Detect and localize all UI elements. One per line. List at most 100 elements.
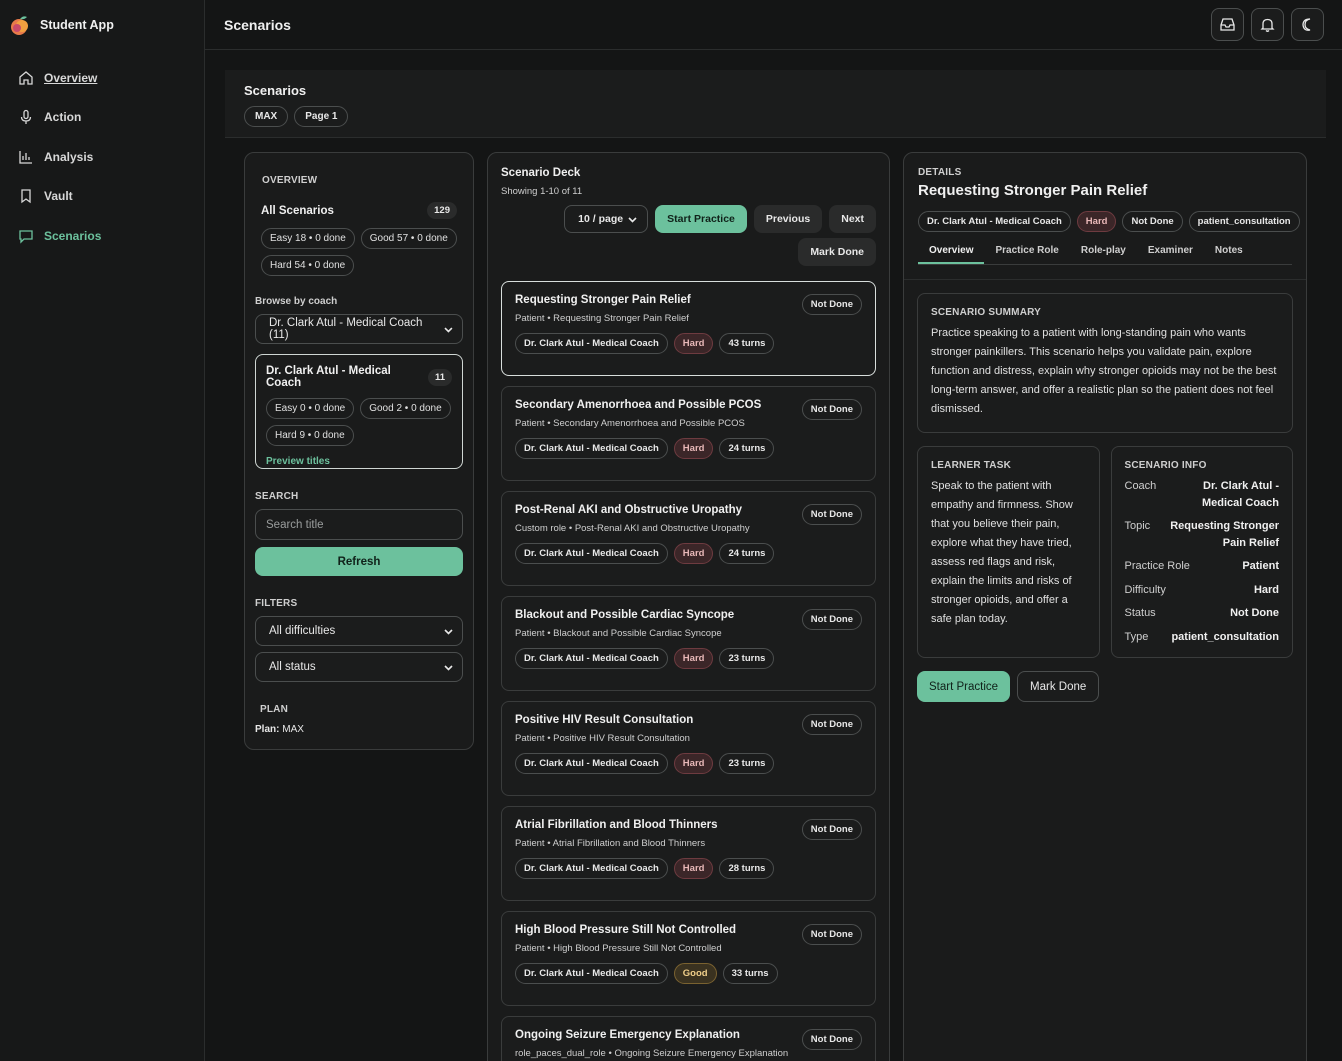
scenario-card[interactable]: Blackout and Possible Cardiac Syncope Pat… bbox=[501, 596, 876, 691]
difficulty-tag: Hard bbox=[673, 543, 714, 564]
sidebar-item-label: Vault bbox=[44, 189, 73, 204]
info-key: Practice Role bbox=[1124, 560, 1190, 572]
status-badge: Not Done bbox=[801, 1029, 862, 1050]
info-value: patient_consultation bbox=[1171, 630, 1279, 643]
bell-icon bbox=[1260, 18, 1275, 32]
tab-practice-role[interactable]: Practice Role bbox=[984, 245, 1069, 264]
sidebar-item-label: Action bbox=[44, 110, 82, 125]
task-label: LEARNER TASK bbox=[931, 460, 1011, 471]
topbar: Scenarios bbox=[205, 0, 1342, 50]
scenario-card[interactable]: Post-Renal AKI and Obstructive Uropathy C… bbox=[501, 491, 876, 586]
mic-icon bbox=[20, 110, 32, 125]
filters-label: FILTERS bbox=[255, 598, 298, 609]
coach-select-value: Dr. Clark Atul - Medical Coach (11) bbox=[269, 317, 423, 341]
scenario-card[interactable]: Secondary Amenorrhoea and Possible PCOS P… bbox=[501, 386, 876, 481]
plan-info: Plan: MAX bbox=[255, 724, 463, 735]
preview-titles-link[interactable]: Preview titles bbox=[266, 456, 452, 467]
scenario-tags: Dr. Clark Atul - Medical Coach Hard 24 tur… bbox=[515, 543, 862, 564]
bar-chart-icon bbox=[19, 150, 32, 164]
search-input[interactable]: Search title bbox=[255, 509, 463, 540]
coach-select[interactable]: Dr. Clark Atul - Medical Coach (11) bbox=[255, 314, 463, 344]
sidebar-item-vault[interactable]: Vault bbox=[0, 177, 204, 217]
info-row: Difficulty Hard bbox=[1125, 582, 1280, 599]
start-practice-button[interactable]: Start Practice bbox=[655, 205, 747, 233]
search-label: SEARCH bbox=[255, 491, 299, 502]
sidebar-item-action[interactable]: Action bbox=[0, 98, 204, 138]
tab-notes[interactable]: Notes bbox=[1204, 245, 1254, 264]
chevron-down-icon bbox=[444, 628, 453, 635]
tab-overview[interactable]: Overview bbox=[918, 245, 985, 264]
info-key: Type bbox=[1124, 630, 1149, 643]
details-label: DETAILS bbox=[918, 167, 962, 178]
scenario-card[interactable]: Atrial Fibrillation and Blood Thinners Pa… bbox=[501, 806, 876, 901]
info-label: SCENARIO INFO bbox=[1124, 460, 1207, 471]
coach-card[interactable]: Dr. Clark Atul - Medical Coach 11 Easy 0… bbox=[255, 354, 463, 469]
theme-toggle-button[interactable] bbox=[1291, 8, 1324, 41]
coach-tag: Dr. Clark Atul - Medical Coach bbox=[515, 963, 668, 984]
type-chip: patient_consultation bbox=[1188, 211, 1300, 232]
sidebar-item-scenarios[interactable]: Scenarios bbox=[0, 216, 204, 256]
status-select[interactable]: All status bbox=[255, 652, 463, 682]
info-row: Coach Dr. Clark Atul - Medical Coach bbox=[1125, 478, 1280, 511]
scenario-card[interactable]: High Blood Pressure Still Not Controlled… bbox=[501, 911, 876, 1006]
deck-controls: 10 / page Start Practice Previous Next bbox=[501, 205, 876, 233]
easy-count-chip: Easy 0 • 0 done bbox=[266, 398, 355, 419]
difficulty-tag: Hard bbox=[673, 858, 714, 879]
inbox-button[interactable] bbox=[1211, 8, 1244, 41]
sidebar-item-overview[interactable]: Overview bbox=[0, 58, 204, 98]
status-badge: Not Done bbox=[801, 714, 862, 735]
scenario-card[interactable]: Ongoing Seizure Emergency Explanation rol… bbox=[501, 1016, 876, 1061]
details-tabs: Overview Practice Role Role-play Examine… bbox=[918, 245, 1292, 265]
per-page-value: 10 / page bbox=[578, 213, 624, 225]
next-button[interactable]: Next bbox=[829, 205, 876, 233]
difficulty-tag: Hard bbox=[673, 648, 714, 669]
scenario-tags: Dr. Clark Atul - Medical Coach Good 33 tur… bbox=[515, 963, 862, 984]
all-scenarios-summary[interactable]: All Scenarios 129 Easy 18 • 0 done Good … bbox=[255, 196, 463, 282]
easy-count-chip: Easy 18 • 0 done bbox=[261, 228, 355, 249]
scenario-tags: Dr. Clark Atul - Medical Coach Hard 24 tur… bbox=[515, 438, 862, 459]
tab-role-play[interactable]: Role-play bbox=[1070, 245, 1137, 264]
coach-chip: Dr. Clark Atul - Medical Coach bbox=[918, 211, 1071, 232]
tab-examiner[interactable]: Examiner bbox=[1137, 245, 1204, 264]
info-key: Status bbox=[1124, 607, 1156, 619]
page-title: Scenarios bbox=[224, 16, 291, 33]
difficulty-chip: Hard bbox=[1076, 211, 1117, 232]
per-page-select[interactable]: 10 / page bbox=[564, 205, 649, 233]
info-key: Coach bbox=[1124, 480, 1157, 492]
scenario-tags: Dr. Clark Atul - Medical Coach Hard 23 tur… bbox=[515, 753, 862, 774]
turns-tag: 23 turns bbox=[719, 648, 775, 669]
page-chip: Page 1 bbox=[294, 106, 349, 127]
sidebar-item-analysis[interactable]: Analysis bbox=[0, 137, 204, 177]
page-content: Scenarios MAX Page 1 OVERVIEW All Scenar… bbox=[205, 50, 1342, 1061]
difficulty-tag: Hard bbox=[673, 753, 714, 774]
search-placeholder: Search title bbox=[266, 518, 324, 531]
coach-name: Dr. Clark Atul - Medical Coach bbox=[266, 365, 391, 389]
brand[interactable]: Student App bbox=[0, 0, 204, 50]
info-row: Status Not Done bbox=[1125, 605, 1280, 622]
details-mark-done-button[interactable]: Mark Done bbox=[1017, 671, 1100, 702]
scenario-card[interactable]: Requesting Stronger Pain Relief Patient •… bbox=[501, 281, 876, 376]
difficulty-select[interactable]: All difficulties bbox=[255, 616, 463, 646]
all-scenarios-count: 129 bbox=[427, 202, 457, 219]
mark-done-button[interactable]: Mark Done bbox=[798, 238, 876, 266]
notifications-button[interactable] bbox=[1251, 8, 1284, 41]
coach-tag: Dr. Clark Atul - Medical Coach bbox=[515, 858, 668, 879]
coach-tag: Dr. Clark Atul - Medical Coach bbox=[515, 438, 668, 459]
top-actions bbox=[1211, 8, 1324, 41]
status-badge: Not Done bbox=[801, 609, 862, 630]
sidebar-item-label: Analysis bbox=[44, 149, 94, 164]
scenario-summary-box: SCENARIO SUMMARY Practice speaking to a … bbox=[917, 293, 1293, 433]
bookmark-icon bbox=[21, 189, 31, 204]
deck-showing: Showing 1-10 of 11 bbox=[501, 186, 583, 197]
info-value: Requesting Stronger Pain Relief bbox=[1170, 520, 1279, 549]
previous-button[interactable]: Previous bbox=[753, 205, 823, 233]
status-badge: Not Done bbox=[801, 504, 862, 525]
scenario-card[interactable]: Positive HIV Result Consultation Patient … bbox=[501, 701, 876, 796]
turns-tag: 43 turns bbox=[719, 333, 775, 354]
status-select-value: All status bbox=[269, 661, 316, 673]
details-start-practice-button[interactable]: Start Practice bbox=[917, 671, 1011, 702]
home-icon bbox=[19, 70, 33, 85]
app-name: Student App bbox=[40, 18, 114, 32]
refresh-button[interactable]: Refresh bbox=[255, 547, 463, 576]
turns-tag: 28 turns bbox=[719, 858, 775, 879]
